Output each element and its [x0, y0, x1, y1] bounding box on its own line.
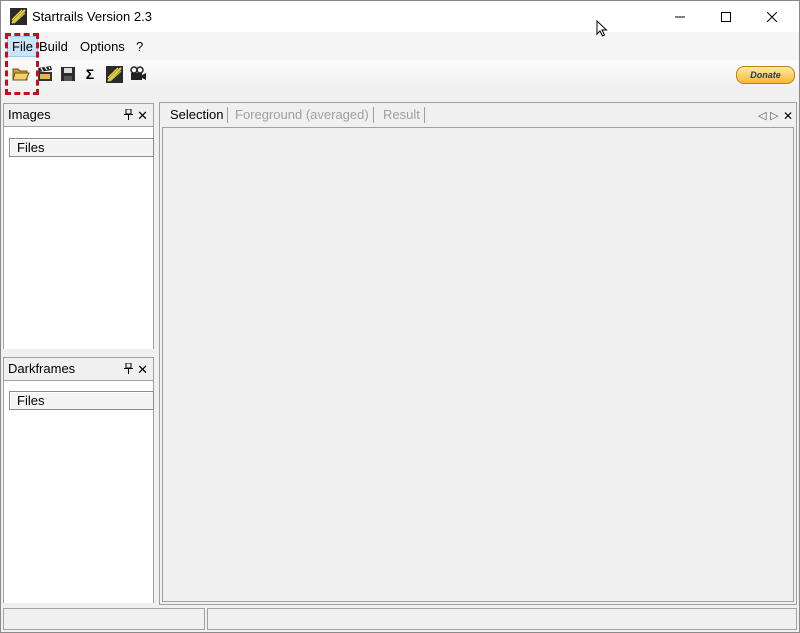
open-folder-icon: [12, 68, 30, 81]
tab-foreground[interactable]: Foreground (averaged): [231, 107, 374, 123]
video-camera-icon: [130, 66, 146, 80]
darkframes-files-header[interactable]: Files: [9, 391, 154, 410]
status-cell-right: [207, 608, 797, 630]
sigma-icon: Σ: [85, 66, 95, 82]
status-cell-left: [3, 608, 205, 630]
open-button[interactable]: [11, 64, 31, 84]
window-title: Startrails Version 2.3: [32, 9, 152, 24]
video-button[interactable]: [128, 64, 148, 84]
close-panel-icon[interactable]: ✕: [137, 108, 148, 124]
pin-icon[interactable]: [124, 363, 133, 374]
tab-strip: Selection Foreground (averaged) Result ◁…: [160, 103, 796, 127]
app-window: Startrails Version 2.3 File Build Option…: [0, 0, 800, 633]
menu-build[interactable]: Build: [35, 37, 72, 56]
menu-help[interactable]: ?: [132, 37, 147, 56]
sum-button[interactable]: Σ: [80, 64, 100, 84]
startrails-button[interactable]: [104, 64, 124, 84]
toolbar: Σ Donate: [1, 60, 799, 88]
donate-button[interactable]: Donate: [736, 66, 795, 84]
maximize-button[interactable]: [703, 1, 749, 32]
tab-scroll-left-icon[interactable]: ◁: [758, 109, 766, 122]
close-icon: [767, 11, 777, 22]
status-bar: [1, 606, 799, 632]
close-button[interactable]: [749, 1, 795, 32]
startrails-icon: [105, 65, 123, 83]
title-bar: Startrails Version 2.3: [1, 1, 799, 32]
maximize-icon: [721, 11, 731, 22]
preview-canvas[interactable]: [162, 127, 794, 602]
save-button[interactable]: [58, 64, 78, 84]
darkframes-panel-title: Darkframes: [8, 361, 76, 376]
pin-icon[interactable]: [124, 109, 133, 120]
clapper-icon: [38, 66, 52, 81]
images-panel: Files: [3, 127, 154, 349]
images-panel-header: Images ✕: [3, 103, 154, 127]
menu-options[interactable]: Options: [76, 37, 129, 56]
tab-result[interactable]: Result: [379, 107, 425, 123]
menu-file[interactable]: File: [7, 36, 38, 57]
main-document-area: Selection Foreground (averaged) Result ◁…: [159, 102, 797, 605]
close-tab-icon[interactable]: ✕: [783, 109, 793, 123]
images-panel-title: Images: [8, 107, 51, 122]
images-files-header[interactable]: Files: [9, 138, 154, 157]
app-icon: [10, 8, 27, 25]
tab-scroll-right-icon[interactable]: ▷: [770, 109, 778, 122]
menu-bar: File Build Options ?: [1, 32, 799, 60]
clapper-button[interactable]: [35, 64, 55, 84]
darkframes-panel: Files: [3, 381, 154, 603]
tab-selection[interactable]: Selection: [166, 107, 229, 123]
minimize-icon: [675, 16, 685, 17]
darkframes-panel-header: Darkframes ✕: [3, 357, 154, 381]
minimize-button[interactable]: [657, 1, 703, 32]
save-icon: [61, 67, 75, 81]
close-panel-icon[interactable]: ✕: [137, 362, 148, 378]
mouse-cursor-icon: [596, 20, 608, 37]
